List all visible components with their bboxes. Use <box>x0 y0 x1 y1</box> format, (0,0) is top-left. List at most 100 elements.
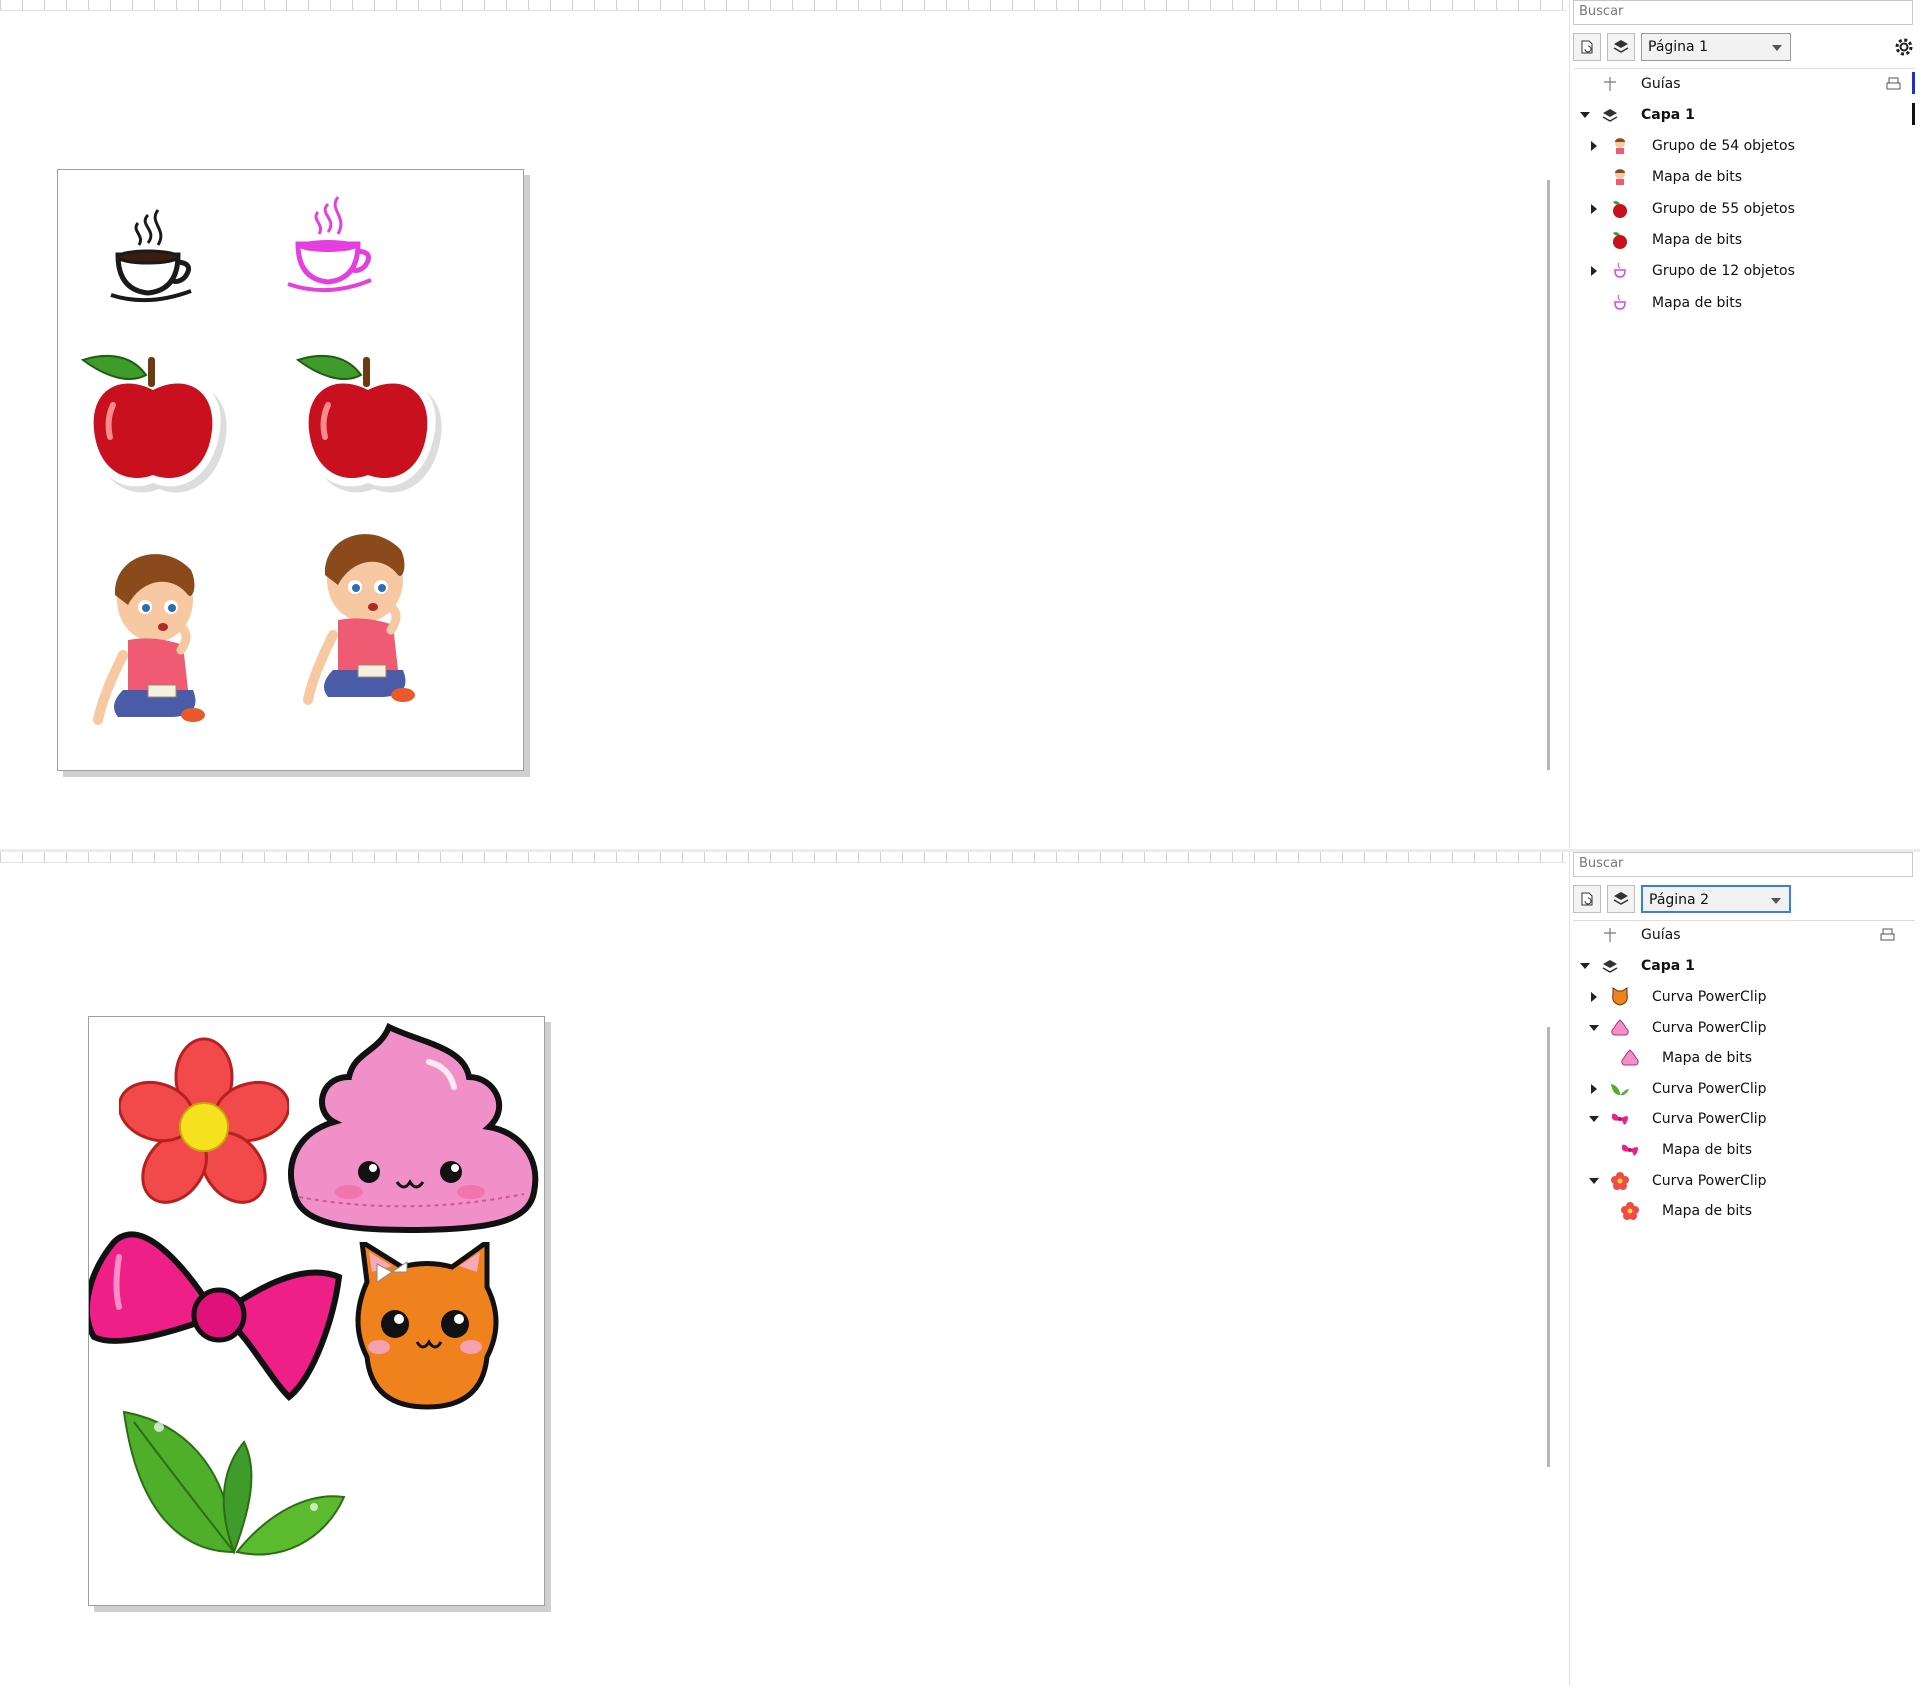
document-page-2[interactable] <box>88 1016 545 1606</box>
object-row-mapa-de-bits[interactable]: Mapa de bits <box>1570 225 1915 255</box>
object-label: Mapa de bits <box>1662 1203 1753 1220</box>
document-page-1[interactable] <box>57 169 524 771</box>
layers-icon <box>1602 960 1618 973</box>
horizontal-ruler <box>0 852 1566 863</box>
layers-icon <box>1613 40 1629 53</box>
layers-button[interactable] <box>1607 33 1635 61</box>
object-label: Grupo de 54 objetos <box>1652 138 1795 154</box>
layer-label: Capa 1 <box>1641 107 1695 123</box>
bow-icon <box>1611 1113 1628 1126</box>
printer-icon[interactable] <box>1886 76 1902 92</box>
gear-icon[interactable] <box>1892 35 1916 59</box>
page-refresh-icon <box>1581 40 1593 54</box>
apple-icon <box>1613 231 1627 249</box>
pink-cream-image[interactable] <box>279 1022 539 1237</box>
object-row-mapa-de-bits[interactable]: Mapa de bits <box>1570 288 1915 318</box>
page-select[interactable]: Página 2 <box>1641 885 1791 913</box>
objects-toolbar: Página 2 <box>1573 883 1918 917</box>
apple-icon <box>1613 200 1627 218</box>
new-page-button[interactable] <box>1573 33 1601 61</box>
guides-icon <box>1604 77 1616 91</box>
object-label: Mapa de bits <box>1662 1142 1753 1158</box>
object-label: Curva PowerClip <box>1652 1111 1767 1128</box>
boy-icon <box>1615 138 1625 154</box>
orange-cat-image[interactable] <box>347 1242 507 1412</box>
objects-panel-2: Buscar Página 2 Guías Capa 1 Curva Power… <box>1569 852 1920 1685</box>
expand-toggle[interactable] <box>1579 109 1591 121</box>
object-row-curva-powerclip[interactable]: Curva PowerClip <box>1570 982 1915 1012</box>
objects-panel-1: Buscar Página 1 Guías Capa 1 Grupo de 54… <box>1569 0 1920 848</box>
new-page-button[interactable] <box>1573 885 1601 913</box>
drawing-workspace-1[interactable] <box>0 0 1566 848</box>
expand-toggle[interactable] <box>1588 1113 1600 1125</box>
chevron-down-icon <box>1772 45 1782 51</box>
printer-icon[interactable] <box>1880 927 1896 943</box>
guides-icon <box>1604 928 1616 942</box>
object-row-curva-powerclip[interactable]: Curva PowerClip <box>1570 1104 1915 1134</box>
object-label: Curva PowerClip <box>1652 989 1767 1005</box>
layer-label: Capa 1 <box>1641 958 1695 974</box>
object-label: Grupo de 55 objetos <box>1652 200 1795 217</box>
horizontal-ruler <box>0 0 1566 11</box>
chevron-down-icon <box>1771 898 1781 904</box>
search-input[interactable]: Buscar <box>1573 0 1913 25</box>
red-apple-image-2[interactable] <box>293 345 443 505</box>
expand-toggle[interactable] <box>1588 1175 1600 1187</box>
layers-icon <box>1602 109 1618 122</box>
expand-toggle[interactable] <box>1588 140 1600 152</box>
vertical-scrollbar[interactable] <box>1547 180 1550 770</box>
cream-icon <box>1611 1018 1629 1036</box>
coffee-cup-magenta-image[interactable] <box>283 192 378 302</box>
pink-bow-image[interactable] <box>89 1217 349 1412</box>
objects-toolbar: Página 1 <box>1573 31 1918 65</box>
expand-toggle[interactable] <box>1579 960 1591 972</box>
object-row-mapa-de-bits[interactable]: Mapa de bits <box>1570 162 1915 192</box>
layer-row[interactable]: Capa 1 <box>1570 951 1915 981</box>
page-select-value: Página 1 <box>1648 39 1708 55</box>
page-refresh-icon <box>1581 892 1593 906</box>
object-label: Mapa de bits <box>1662 1050 1753 1067</box>
flower-icon <box>1621 1202 1639 1221</box>
object-label: Mapa de bits <box>1652 294 1743 311</box>
red-flower-image[interactable] <box>119 1037 289 1207</box>
expand-toggle[interactable] <box>1588 1022 1600 1034</box>
object-row-mapa-de-bits[interactable]: Mapa de bits <box>1570 1135 1915 1165</box>
boy-reading-image-1[interactable] <box>93 545 223 735</box>
object-row-curva-powerclip[interactable]: Curva PowerClip <box>1570 1166 1915 1196</box>
object-row-curva-powerclip[interactable]: Curva PowerClip <box>1570 1013 1915 1043</box>
object-label: Curva PowerClip <box>1652 1172 1767 1189</box>
object-row-mapa-de-bits[interactable]: Mapa de bits <box>1570 1196 1915 1226</box>
expand-toggle[interactable] <box>1588 991 1600 1003</box>
layer-row[interactable]: Capa 1 <box>1570 100 1915 130</box>
boy-icon <box>1615 169 1625 186</box>
leaf-icon <box>1611 1083 1629 1096</box>
red-apple-image-1[interactable] <box>78 345 228 505</box>
guides-row[interactable]: Guías <box>1570 920 1915 950</box>
search-input[interactable]: Buscar <box>1573 852 1913 877</box>
object-row-grupo-de-54-objetos[interactable]: Grupo de 54 objetos <box>1570 131 1915 161</box>
guides-row[interactable]: Guías <box>1570 69 1915 99</box>
object-row-grupo-de-55-objetos[interactable]: Grupo de 55 objetos <box>1570 194 1915 224</box>
object-row-grupo-de-12-objetos[interactable]: Grupo de 12 objetos <box>1570 256 1915 286</box>
coffee-cup-black-image[interactable] <box>103 205 198 310</box>
object-label: Curva PowerClip <box>1652 1019 1767 1036</box>
boy-reading-image-2[interactable] <box>303 525 433 715</box>
guides-label: Guías <box>1641 76 1681 92</box>
layers-icon <box>1613 892 1629 905</box>
flower-icon <box>1611 1171 1629 1190</box>
object-row-curva-powerclip[interactable]: Curva PowerClip <box>1570 1074 1915 1104</box>
page-select[interactable]: Página 1 <box>1641 33 1791 61</box>
vertical-scrollbar[interactable] <box>1547 1027 1550 1467</box>
bow-icon <box>1621 1144 1638 1156</box>
layers-button[interactable] <box>1607 885 1635 913</box>
expand-toggle[interactable] <box>1588 265 1600 277</box>
page-select-value: Página 2 <box>1649 892 1709 908</box>
layer-color-indicator <box>1912 103 1915 125</box>
guides-label: Guías <box>1641 927 1681 943</box>
cup-icon <box>1614 262 1626 278</box>
expand-toggle[interactable] <box>1588 1083 1600 1095</box>
expand-toggle[interactable] <box>1588 203 1600 215</box>
green-leaves-image[interactable] <box>119 1402 349 1562</box>
drawing-workspace-2[interactable] <box>0 852 1566 1685</box>
object-row-mapa-de-bits[interactable]: Mapa de bits <box>1570 1043 1915 1073</box>
